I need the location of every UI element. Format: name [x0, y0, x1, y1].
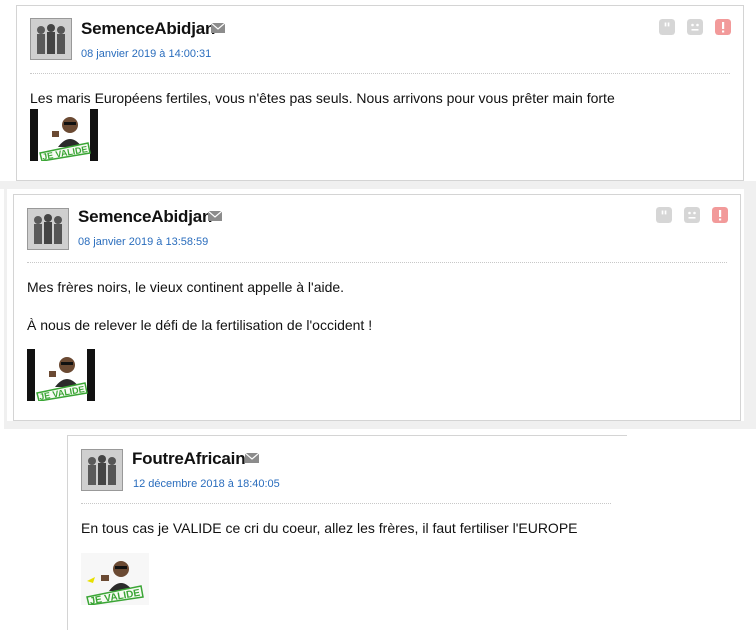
quote-icon[interactable]: " — [656, 207, 672, 223]
post-separator-band — [0, 181, 756, 189]
avatar-image — [28, 209, 68, 249]
avatar-image — [31, 19, 71, 59]
message-text: Mes frères noirs, le vieux continent app… — [27, 279, 345, 295]
post-separator-band — [744, 189, 756, 429]
je-valide-sticker: JE VALIDE — [30, 109, 98, 161]
message-text: À nous de relever le défi de la fertilis… — [27, 317, 373, 333]
avatar[interactable] — [81, 449, 123, 491]
author-name[interactable]: FoutreAfricain — [132, 449, 246, 469]
author-name[interactable]: SemenceAbidjan — [78, 207, 212, 227]
post-date[interactable]: 08 janvier 2019 à 13:58:59 — [78, 236, 208, 248]
forum-post: SemenceAbidjan 08 janvier 2019 à 13:58:5… — [13, 194, 741, 421]
avatar-image — [82, 450, 122, 490]
avatar[interactable] — [30, 18, 72, 60]
post-date[interactable]: 08 janvier 2019 à 14:00:31 — [81, 48, 211, 60]
alert-icon[interactable] — [715, 19, 731, 35]
forum-post: FoutreAfricain 12 décembre 2018 à 18:40:… — [67, 435, 627, 630]
post-separator-band — [4, 421, 756, 429]
svg-text:": " — [663, 21, 670, 35]
post-date[interactable]: 12 décembre 2018 à 18:40:05 — [133, 478, 280, 490]
mail-icon[interactable] — [208, 211, 222, 221]
quote-icon[interactable]: " — [659, 19, 675, 35]
avatar[interactable] — [27, 208, 69, 250]
message-text: Les maris Européens fertiles, vous n'ête… — [30, 90, 615, 106]
sad-face-icon[interactable] — [684, 207, 700, 223]
sad-face-icon[interactable] — [687, 19, 703, 35]
header-divider — [30, 73, 730, 74]
mail-icon[interactable] — [245, 453, 259, 463]
je-valide-sticker: JE VALIDE — [27, 349, 95, 401]
message-text: En tous cas je VALIDE ce cri du coeur, a… — [81, 520, 578, 536]
svg-text:": " — [660, 209, 667, 223]
forum-post: SemenceAbidjan 08 janvier 2019 à 14:00:3… — [16, 5, 744, 181]
alert-icon[interactable] — [712, 207, 728, 223]
post-separator-band — [4, 189, 7, 429]
header-divider — [27, 262, 727, 263]
author-name[interactable]: SemenceAbidjan — [81, 19, 215, 39]
je-valide-sticker: JE VALIDE — [81, 553, 149, 605]
mail-icon[interactable] — [211, 23, 225, 33]
header-divider — [81, 503, 611, 504]
